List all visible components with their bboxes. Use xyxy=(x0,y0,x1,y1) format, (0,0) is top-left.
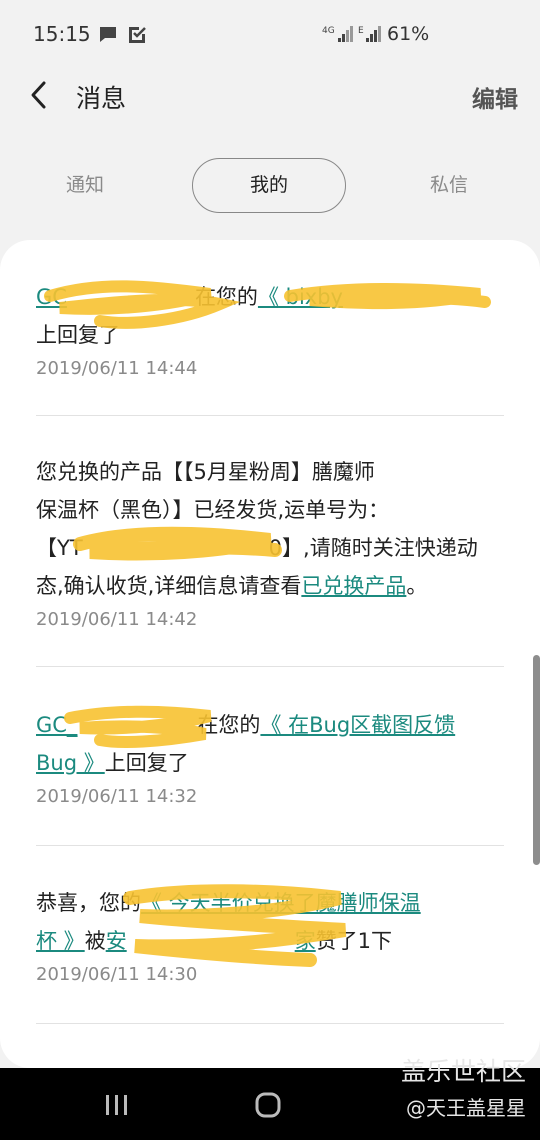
post-link[interactable]: 《 今天半价兑换了魔膳师保温 xyxy=(141,891,421,915)
list-item[interactable]: GC_ 在您的《 在Bug区截图反馈 Bug 》上回复了 2019/06/11 1… xyxy=(36,706,506,810)
message-list: GC 在您的《 bixby 上回复了 2019/06/11 14:44 您兑换的产… xyxy=(0,240,540,1068)
message-text: 保温杯（黑色）】已经发货,运单号为： xyxy=(36,498,390,522)
list-item[interactable]: 恭喜，您的《 今天半价兑换了魔膳师保温 杯 》被安 家赞了1下 2019/06/1… xyxy=(36,884,506,988)
recent-apps-icon[interactable] xyxy=(104,1094,130,1116)
message-text: 。 xyxy=(406,574,428,598)
tab-private-messages[interactable]: 私信 xyxy=(404,158,494,213)
message-timestamp: 2019/06/11 14:44 xyxy=(36,358,198,379)
list-item[interactable]: 您兑换的产品【【5月星粉周】膳魔师 保温杯（黑色）】已经发货,运单号为： 【YT… xyxy=(36,453,506,633)
message-text: 态,确认收货,详细信息请查看 xyxy=(36,574,302,598)
status-time: 15:15 xyxy=(33,22,91,46)
post-link[interactable]: 《 bixby xyxy=(258,285,343,309)
divider xyxy=(36,415,504,416)
post-link[interactable]: Bug 》 xyxy=(36,751,105,775)
checkbox-notification-icon xyxy=(129,27,146,43)
message-notification-icon xyxy=(100,27,116,42)
signal-e-icon: E xyxy=(358,26,381,42)
message-text: 上回复了 xyxy=(104,751,189,775)
message-timestamp: 2019/06/11 14:32 xyxy=(36,786,198,807)
user-link[interactable]: GC xyxy=(36,285,67,309)
message-text: 恭喜，您的 xyxy=(36,891,141,915)
message-text: 您兑换的产品【【5月星粉周】膳魔师 xyxy=(36,460,375,484)
post-link[interactable]: 杯 》 xyxy=(36,929,85,953)
divider xyxy=(36,1023,504,1024)
message-timestamp: 2019/06/11 14:30 xyxy=(36,964,198,985)
svg-text:E: E xyxy=(358,26,364,36)
user-link[interactable]: 安 xyxy=(106,929,127,953)
status-bar: 15:15 4G E 61% xyxy=(0,0,540,70)
user-link[interactable]: GC_ xyxy=(36,713,77,737)
redeemed-products-link[interactable]: 已兑换产品 xyxy=(301,574,406,598)
battery-percent: 61% xyxy=(387,23,430,45)
page-title: 消息 xyxy=(76,84,127,113)
message-text: 0】,请随时关注快递动 xyxy=(268,536,478,560)
message-text: 【YT xyxy=(36,536,83,560)
message-text: 被 xyxy=(84,929,106,953)
back-arrow-icon[interactable] xyxy=(24,78,58,112)
home-icon[interactable] xyxy=(255,1092,281,1118)
divider xyxy=(36,666,504,667)
watermark-title: 盖乐世社区 xyxy=(400,1057,526,1086)
list-item[interactable]: GC 在您的《 bixby 上回复了 2019/06/11 14:44 xyxy=(36,278,506,382)
divider xyxy=(36,845,504,846)
message-text: 上回复了 xyxy=(36,323,120,347)
scrollbar[interactable] xyxy=(533,655,540,865)
post-link[interactable]: 《 在Bug区截图反馈 xyxy=(260,713,455,737)
message-timestamp: 2019/06/11 14:42 xyxy=(36,609,198,630)
user-link: 家 xyxy=(294,929,316,953)
watermark-author: @天王盖星星 xyxy=(406,1096,526,1120)
signal-4g-icon: 4G xyxy=(322,26,353,42)
tab-mine[interactable]: 我的 xyxy=(192,158,346,213)
edit-button[interactable]: 编辑 xyxy=(472,80,518,114)
tab-notifications[interactable]: 通知 xyxy=(40,158,130,213)
message-text: 在您的 xyxy=(194,285,258,309)
svg-text:4G: 4G xyxy=(322,26,335,36)
message-text: 赞了1下 xyxy=(315,929,393,953)
message-text: 在您的 xyxy=(197,713,261,737)
